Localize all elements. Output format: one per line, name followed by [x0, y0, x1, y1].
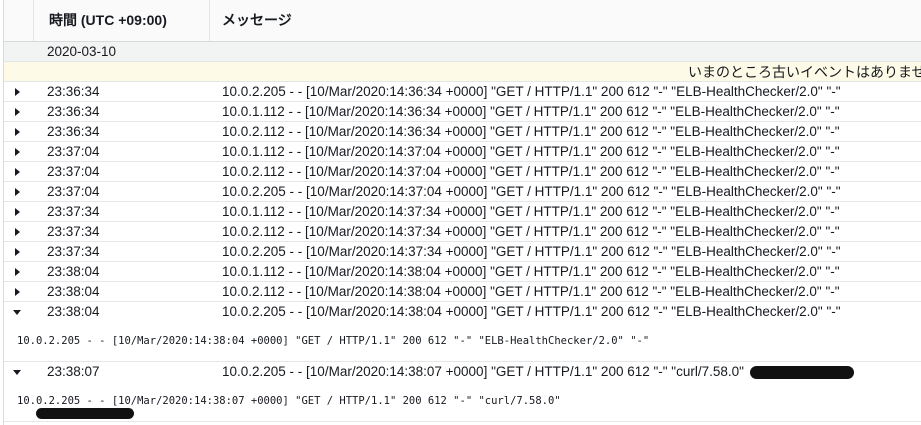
log-row[interactable]: 23:37:04 10.0.2.112 - - [10/Mar/2020:14:3…	[4, 162, 921, 182]
log-message: 10.0.2.112 - - [10/Mar/2020:14:38:04 +00…	[222, 282, 840, 301]
log-message-text: 10.0.2.205 - - [10/Mar/2020:14:38:04 +00…	[222, 304, 841, 319]
log-time: 23:37:04	[47, 184, 100, 199]
log-time: 23:37:34	[47, 224, 100, 239]
log-message-text: 10.0.1.112 - - [10/Mar/2020:14:37:04 +00…	[222, 144, 840, 159]
log-message: 10.0.2.205 - - [10/Mar/2020:14:36:34 +00…	[222, 82, 841, 101]
date-group-row: 2020-03-10	[4, 42, 921, 62]
log-message: 10.0.1.112 - - [10/Mar/2020:14:37:04 +00…	[222, 142, 840, 161]
log-events-table: 時間 (UTC +09:00) メッセージ 2020-03-10 いまのところ古…	[3, 0, 921, 425]
log-message-text: 10.0.2.112 - - [10/Mar/2020:14:36:34 +00…	[222, 124, 840, 139]
column-header-time[interactable]: 時間 (UTC +09:00)	[33, 0, 210, 41]
log-time: 23:38:04	[47, 284, 100, 299]
log-message: 10.0.2.112 - - [10/Mar/2020:14:37:34 +00…	[222, 222, 840, 241]
log-detail-text: 10.0.2.205 - - [10/Mar/2020:14:38:04 +00…	[17, 335, 650, 347]
caret-right-icon[interactable]	[15, 228, 20, 236]
caret-right-icon[interactable]	[15, 108, 20, 116]
caret-right-icon[interactable]	[15, 148, 20, 156]
log-row[interactable]: 23:38:07 10.0.2.205 - - [10/Mar/2020:14:3…	[4, 362, 921, 382]
log-time: 23:37:34	[47, 204, 100, 219]
log-time: 23:37:04	[47, 164, 100, 179]
log-message-text: 10.0.2.205 - - [10/Mar/2020:14:36:34 +00…	[222, 84, 841, 99]
notice-text: いまのところ古いイベントはありませ	[688, 64, 921, 80]
log-message-text: 10.0.2.205 - - [10/Mar/2020:14:38:07 +00…	[222, 364, 744, 379]
log-message-text: 10.0.2.112 - - [10/Mar/2020:14:37:34 +00…	[222, 224, 840, 239]
redaction-scribble	[749, 365, 854, 379]
log-detail-raw: 10.0.2.205 - - [10/Mar/2020:14:38:04 +00…	[17, 335, 649, 347]
log-row[interactable]: 23:38:04 10.0.2.112 - - [10/Mar/2020:14:3…	[4, 282, 921, 302]
caret-right-icon[interactable]	[15, 188, 20, 196]
date-group-label: 2020-03-10	[47, 44, 117, 59]
log-message: 10.0.2.112 - - [10/Mar/2020:14:37:04 +00…	[222, 162, 840, 181]
caret-right-icon[interactable]	[15, 168, 20, 176]
log-message-text: 10.0.2.205 - - [10/Mar/2020:14:37:34 +00…	[222, 244, 841, 259]
no-older-events-notice: いまのところ古いイベントはありませ	[4, 62, 921, 82]
log-row[interactable]: 23:38:04 10.0.1.112 - - [10/Mar/2020:14:3…	[4, 262, 921, 282]
log-time: 23:37:34	[47, 244, 100, 259]
log-message: 10.0.2.205 - - [10/Mar/2020:14:38:07 +00…	[222, 362, 854, 381]
log-message: 10.0.2.205 - - [10/Mar/2020:14:37:34 +00…	[222, 242, 841, 261]
log-message: 10.0.2.112 - - [10/Mar/2020:14:36:34 +00…	[222, 122, 840, 141]
log-row[interactable]: 23:36:34 10.0.2.205 - - [10/Mar/2020:14:3…	[4, 82, 921, 102]
log-row[interactable]: 23:36:34 10.0.1.112 - - [10/Mar/2020:14:3…	[4, 102, 921, 122]
log-message: 10.0.2.205 - - [10/Mar/2020:14:38:04 +00…	[222, 302, 841, 321]
caret-right-icon[interactable]	[15, 128, 20, 136]
log-message: 10.0.1.112 - - [10/Mar/2020:14:36:34 +00…	[222, 102, 840, 121]
log-row[interactable]: 23:36:34 10.0.2.112 - - [10/Mar/2020:14:3…	[4, 122, 921, 142]
redaction-scribble	[36, 408, 134, 419]
log-detail-raw: 10.0.2.205 - - [10/Mar/2020:14:38:07 +00…	[17, 395, 561, 419]
log-detail-panel: 10.0.2.205 - - [10/Mar/2020:14:38:04 +00…	[4, 322, 921, 362]
log-rows: 23:36:34 10.0.2.205 - - [10/Mar/2020:14:3…	[4, 82, 921, 422]
log-time: 23:38:04	[47, 264, 100, 279]
log-message-text: 10.0.2.205 - - [10/Mar/2020:14:37:04 +00…	[222, 184, 841, 199]
log-time: 23:36:34	[47, 84, 100, 99]
log-time: 23:38:04	[47, 304, 100, 319]
caret-right-icon[interactable]	[15, 268, 20, 276]
table-header: 時間 (UTC +09:00) メッセージ	[4, 0, 921, 42]
column-header-message[interactable]: メッセージ	[222, 0, 292, 41]
log-message-text: 10.0.2.112 - - [10/Mar/2020:14:38:04 +00…	[222, 284, 840, 299]
caret-right-icon[interactable]	[15, 88, 20, 96]
log-message: 10.0.1.112 - - [10/Mar/2020:14:38:04 +00…	[222, 262, 840, 281]
log-message-text: 10.0.2.112 - - [10/Mar/2020:14:37:04 +00…	[222, 164, 840, 179]
log-row[interactable]: 23:37:04 10.0.1.112 - - [10/Mar/2020:14:3…	[4, 142, 921, 162]
caret-down-icon[interactable]	[13, 310, 21, 315]
caret-right-icon[interactable]	[15, 288, 20, 296]
log-message: 10.0.1.112 - - [10/Mar/2020:14:37:34 +00…	[222, 202, 840, 221]
log-time: 23:36:34	[47, 124, 100, 139]
caret-down-icon[interactable]	[13, 370, 21, 375]
log-detail-panel: 10.0.2.205 - - [10/Mar/2020:14:38:07 +00…	[4, 382, 921, 422]
log-row[interactable]: 23:37:34 10.0.2.112 - - [10/Mar/2020:14:3…	[4, 222, 921, 242]
log-time: 23:36:34	[47, 104, 100, 119]
log-message-text: 10.0.1.112 - - [10/Mar/2020:14:37:34 +00…	[222, 204, 840, 219]
log-message-text: 10.0.1.112 - - [10/Mar/2020:14:38:04 +00…	[222, 264, 840, 279]
log-detail-text: 10.0.2.205 - - [10/Mar/2020:14:38:07 +00…	[17, 395, 561, 407]
log-row[interactable]: 23:37:04 10.0.2.205 - - [10/Mar/2020:14:3…	[4, 182, 921, 202]
log-time: 23:38:07	[47, 364, 100, 379]
log-row[interactable]: 23:38:04 10.0.2.205 - - [10/Mar/2020:14:3…	[4, 302, 921, 322]
caret-right-icon[interactable]	[15, 248, 20, 256]
caret-right-icon[interactable]	[15, 208, 20, 216]
log-message-text: 10.0.1.112 - - [10/Mar/2020:14:36:34 +00…	[222, 104, 840, 119]
log-row[interactable]: 23:37:34 10.0.2.205 - - [10/Mar/2020:14:3…	[4, 242, 921, 262]
log-time: 23:37:04	[47, 144, 100, 159]
log-message: 10.0.2.205 - - [10/Mar/2020:14:37:04 +00…	[222, 182, 841, 201]
log-row[interactable]: 23:37:34 10.0.1.112 - - [10/Mar/2020:14:3…	[4, 202, 921, 222]
